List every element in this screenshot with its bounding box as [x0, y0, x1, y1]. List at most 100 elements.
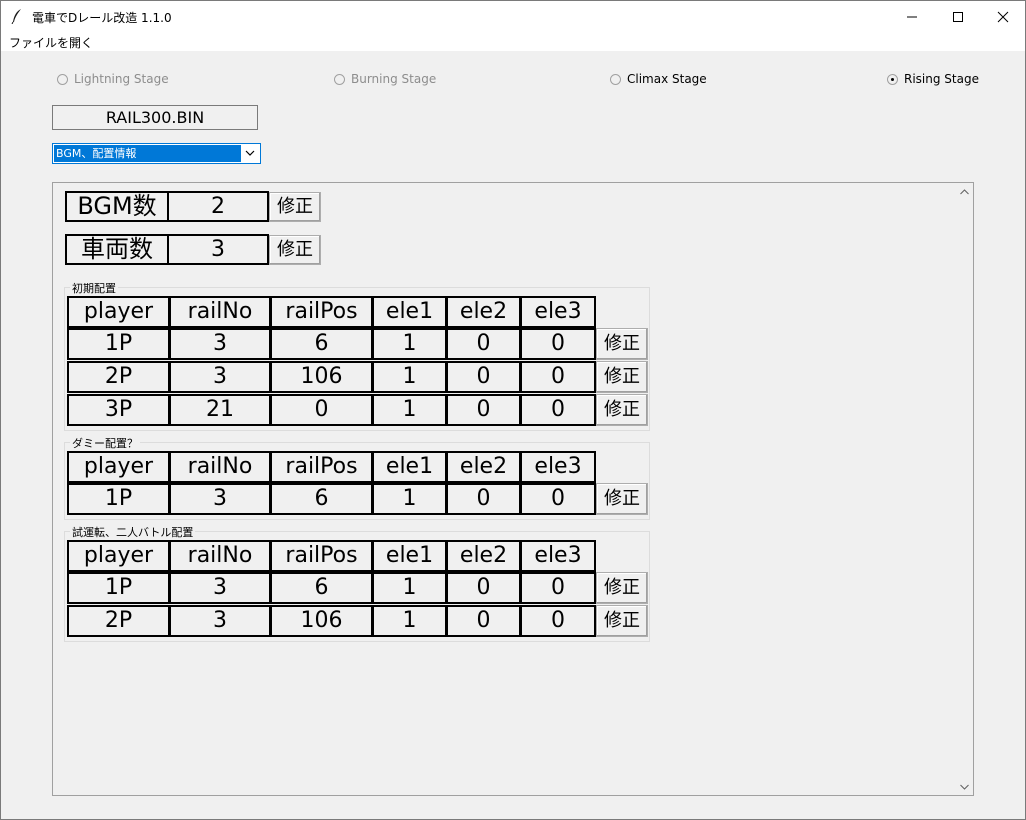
- cell-railpos[interactable]: 6: [270, 328, 373, 360]
- cell-ele2[interactable]: 0: [446, 605, 521, 637]
- cell-player: 2P: [67, 361, 170, 393]
- scroll-up-icon: [959, 188, 969, 194]
- minimize-button[interactable]: [889, 1, 935, 32]
- cell-railno[interactable]: 3: [169, 605, 271, 637]
- cell-ele1[interactable]: 1: [372, 394, 447, 426]
- car-fix-button[interactable]: 修正: [269, 235, 321, 265]
- cell-ele1[interactable]: 1: [372, 605, 447, 637]
- radio-label: Burning Stage: [351, 72, 437, 86]
- cell-railpos[interactable]: 106: [270, 361, 373, 393]
- chevron-down-icon: [245, 150, 255, 156]
- row-fix-button[interactable]: 修正: [596, 328, 648, 360]
- group-label: ダミー配置？: [70, 435, 140, 451]
- row-fix-button[interactable]: 修正: [596, 572, 648, 604]
- scroll-track[interactable]: [956, 200, 972, 778]
- section-dropdown[interactable]: BGM、配置情報: [52, 143, 261, 164]
- minimize-icon: [907, 16, 917, 17]
- cell-ele1[interactable]: 1: [372, 572, 447, 604]
- window-title: 電車でDレール改造 1.1.0: [32, 11, 172, 25]
- scroll-down-button[interactable]: [955, 778, 973, 795]
- cell-player: 1P: [67, 483, 170, 515]
- filename-display: RAIL300.BIN: [52, 105, 258, 130]
- cell-player: 1P: [67, 572, 170, 604]
- header-railpos: railPos: [270, 451, 373, 483]
- title-bar: 電車でDレール改造 1.1.0: [1, 1, 1025, 32]
- radio-indicator: [887, 73, 898, 85]
- header-player: player: [67, 451, 170, 483]
- cell-railno[interactable]: 3: [169, 572, 271, 604]
- dropdown-selected: BGM、配置情報: [54, 145, 241, 162]
- cell-ele3[interactable]: 0: [520, 328, 596, 360]
- cell-ele3[interactable]: 0: [520, 605, 596, 637]
- radio-label: Lightning Stage: [74, 72, 169, 86]
- car-count-value[interactable]: 3: [167, 234, 269, 265]
- radio-climax-stage[interactable]: Climax Stage: [610, 71, 707, 87]
- cell-railno[interactable]: 3: [169, 483, 271, 515]
- group-label: 試運転、二人バトル配置: [70, 524, 196, 540]
- scroll-down-icon: [959, 784, 969, 790]
- close-button[interactable]: [980, 1, 1026, 32]
- cell-ele3[interactable]: 0: [520, 483, 596, 515]
- cell-railno[interactable]: 21: [169, 394, 271, 426]
- close-icon: [997, 11, 1009, 22]
- feather-icon: [11, 9, 21, 24]
- header-ele3: ele3: [520, 451, 596, 483]
- cell-railpos[interactable]: 0: [270, 394, 373, 426]
- header-railno: railNo: [169, 540, 271, 572]
- cell-ele3[interactable]: 0: [520, 572, 596, 604]
- radio-lightning-stage[interactable]: Lightning Stage: [57, 71, 169, 87]
- vertical-scrollbar[interactable]: [955, 183, 973, 795]
- header-ele3: ele3: [520, 540, 596, 572]
- header-ele1: ele1: [372, 296, 447, 328]
- radio-rising-stage[interactable]: Rising Stage: [887, 71, 979, 87]
- cell-player: 3P: [67, 394, 170, 426]
- group-label: 初期配置: [70, 280, 118, 296]
- header-ele2: ele2: [446, 451, 521, 483]
- cell-ele1[interactable]: 1: [372, 361, 447, 393]
- cell-ele2[interactable]: 0: [446, 394, 521, 426]
- menu-bar: ファイルを開く: [1, 32, 1025, 51]
- car-count-label: 車両数: [65, 234, 169, 265]
- maximize-button[interactable]: [935, 1, 981, 32]
- cell-player: 1P: [67, 328, 170, 360]
- maximize-icon: [953, 11, 963, 22]
- cell-ele2[interactable]: 0: [446, 483, 521, 515]
- cell-ele2[interactable]: 0: [446, 361, 521, 393]
- row-fix-button[interactable]: 修正: [596, 605, 648, 637]
- header-railpos: railPos: [270, 540, 373, 572]
- row-fix-button[interactable]: 修正: [596, 361, 648, 393]
- radio-label: Rising Stage: [904, 72, 979, 86]
- header-railpos: railPos: [270, 296, 373, 328]
- radio-label: Climax Stage: [627, 72, 707, 86]
- header-ele1: ele1: [372, 540, 447, 572]
- bgm-count-value[interactable]: 2: [167, 191, 269, 222]
- cell-railno[interactable]: 3: [169, 361, 271, 393]
- bgm-count-label: BGM数: [65, 191, 169, 222]
- radio-indicator: [610, 73, 621, 85]
- cell-railpos[interactable]: 6: [270, 483, 373, 515]
- cell-ele3[interactable]: 0: [520, 361, 596, 393]
- cell-ele3[interactable]: 0: [520, 394, 596, 426]
- header-player: player: [67, 540, 170, 572]
- cell-player: 2P: [67, 605, 170, 637]
- menu-file-open[interactable]: ファイルを開く: [9, 34, 93, 51]
- row-fix-button[interactable]: 修正: [596, 394, 648, 426]
- cell-railpos[interactable]: 106: [270, 605, 373, 637]
- header-railno: railNo: [169, 296, 271, 328]
- cell-ele2[interactable]: 0: [446, 328, 521, 360]
- scroll-up-button[interactable]: [955, 183, 973, 200]
- row-fix-button[interactable]: 修正: [596, 483, 648, 515]
- header-railno: railNo: [169, 451, 271, 483]
- cell-ele1[interactable]: 1: [372, 328, 447, 360]
- radio-burning-stage[interactable]: Burning Stage: [334, 71, 436, 87]
- cell-ele1[interactable]: 1: [372, 483, 447, 515]
- header-ele2: ele2: [446, 296, 521, 328]
- bgm-fix-button[interactable]: 修正: [269, 192, 321, 222]
- header-ele2: ele2: [446, 540, 521, 572]
- cell-railno[interactable]: 3: [169, 328, 271, 360]
- cell-railpos[interactable]: 6: [270, 572, 373, 604]
- header-ele3: ele3: [520, 296, 596, 328]
- cell-ele2[interactable]: 0: [446, 572, 521, 604]
- header-player: player: [67, 296, 170, 328]
- radio-indicator: [57, 73, 68, 85]
